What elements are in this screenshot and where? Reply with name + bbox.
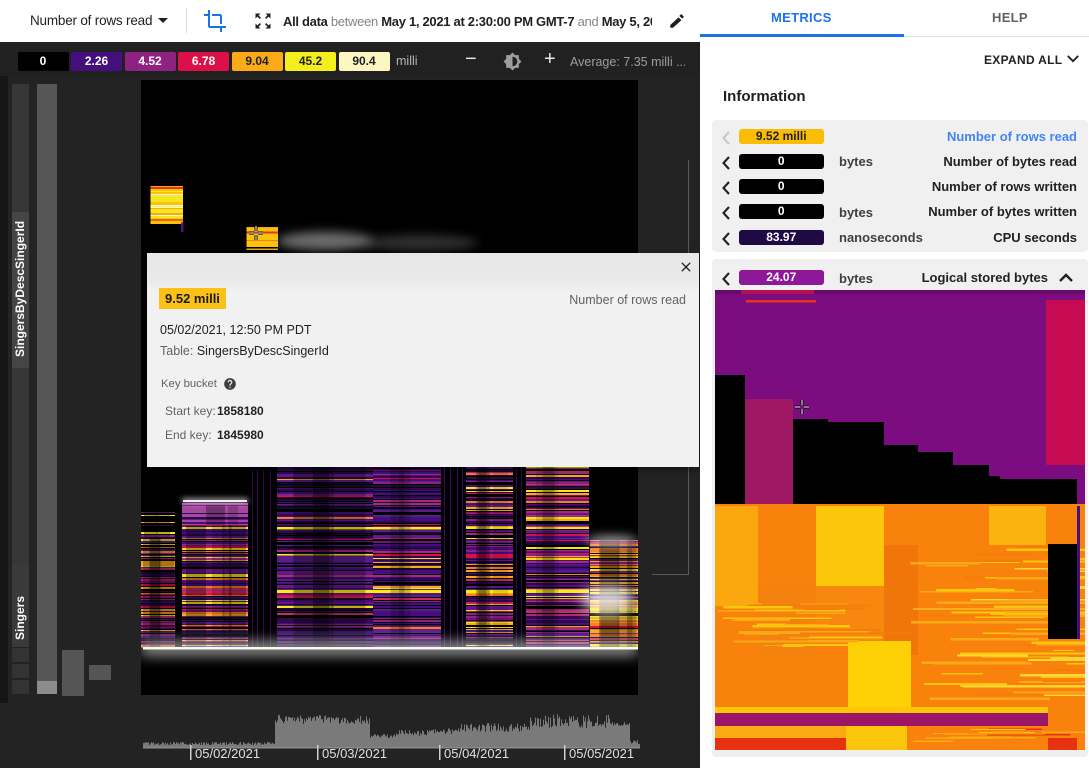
svg-text:05/03/2021: 05/03/2021 xyxy=(322,746,387,761)
svg-text:05/04/2021: 05/04/2021 xyxy=(444,746,509,761)
svg-text:05/02/2021: 05/02/2021 xyxy=(195,746,260,761)
svg-text:05/05/2021: 05/05/2021 xyxy=(569,746,634,761)
